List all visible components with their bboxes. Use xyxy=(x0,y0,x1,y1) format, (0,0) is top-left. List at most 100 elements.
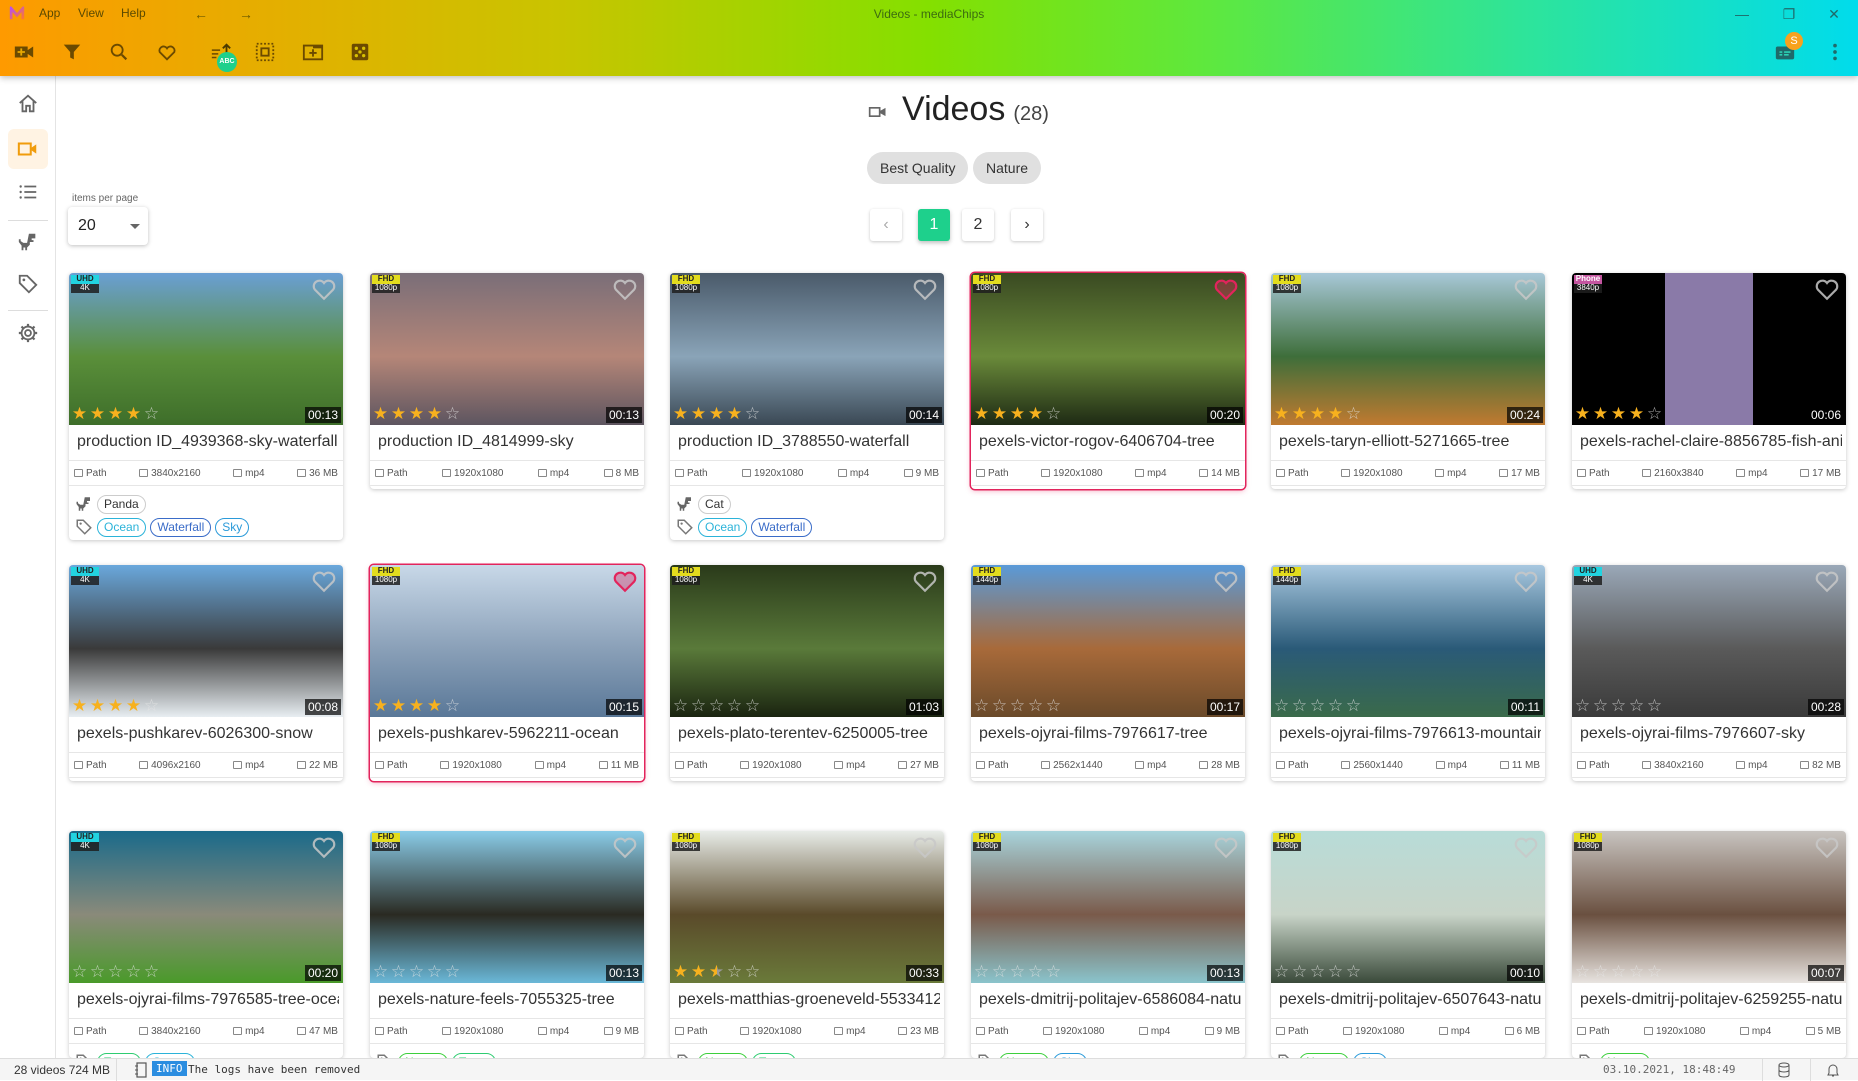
video-thumbnail[interactable]: UHD 4K ★ ★ ★ ★ ☆ 00:08 xyxy=(69,565,343,717)
star-filled-icon[interactable]: ★ xyxy=(1027,404,1045,424)
star-empty-icon[interactable]: ☆ xyxy=(744,696,762,716)
star-empty-icon[interactable]: ☆ xyxy=(1009,962,1027,982)
star-rating[interactable]: ★ ★ ★ ★ ☆ xyxy=(372,696,462,716)
star-filled-icon[interactable]: ★ xyxy=(1291,404,1309,424)
page-prev-button[interactable]: ‹ xyxy=(870,209,902,241)
video-thumbnail[interactable]: UHD 4K ☆ ☆ ☆ ☆ ☆ 00:28 xyxy=(1572,565,1846,717)
star-filled-icon[interactable]: ★ xyxy=(708,404,726,424)
folder-info[interactable]: Path xyxy=(675,468,708,479)
more-options-button[interactable] xyxy=(1821,40,1849,64)
star-empty-icon[interactable]: ☆ xyxy=(1628,696,1646,716)
star-empty-icon[interactable]: ☆ xyxy=(726,962,744,982)
star-empty-icon[interactable]: ☆ xyxy=(744,962,762,982)
video-thumbnail[interactable]: FHD 1080p ★ ★ ★ ☆ ☆ 00:33 xyxy=(670,831,944,983)
video-card[interactable]: FHD 1440p ☆ ☆ ☆ ☆ ☆ 00:17 pexels-ojyrai-films-79… xyxy=(971,565,1245,781)
heart-filled-icon[interactable] xyxy=(1213,277,1239,301)
heart-icon[interactable] xyxy=(1814,569,1840,593)
video-card[interactable]: UHD 4K ★ ★ ★ ★ ☆ 00:13 production ID_4939368-sky… xyxy=(69,273,343,540)
star-empty-icon[interactable]: ☆ xyxy=(1345,404,1363,424)
video-name[interactable]: pexels-ojyrai-films-7976613-mountain-oce… xyxy=(1279,725,1541,743)
star-rating[interactable]: ☆ ☆ ☆ ☆ ☆ xyxy=(1574,962,1664,982)
star-empty-icon[interactable]: ☆ xyxy=(444,696,462,716)
star-filled-icon[interactable]: ★ xyxy=(690,404,708,424)
folder-info[interactable]: Path xyxy=(675,760,708,771)
folder-info[interactable]: Path xyxy=(375,760,408,771)
tag-chip[interactable]: Ocean xyxy=(698,517,748,537)
search-button[interactable] xyxy=(105,40,133,64)
star-filled-icon[interactable]: ★ xyxy=(71,696,89,716)
video-name[interactable]: pexels-taryn-elliott-5271665-tree xyxy=(1279,433,1541,451)
star-rating[interactable]: ☆ ☆ ☆ ☆ ☆ xyxy=(372,962,462,982)
star-rating[interactable]: ☆ ☆ ☆ ☆ ☆ xyxy=(1574,696,1664,716)
video-thumbnail[interactable]: FHD 1080p ☆ ☆ ☆ ☆ ☆ 01:03 xyxy=(670,565,944,717)
bell-icon[interactable] xyxy=(1826,1062,1840,1078)
star-empty-icon[interactable]: ☆ xyxy=(1327,696,1345,716)
star-filled-icon[interactable]: ★ xyxy=(991,404,1009,424)
video-card[interactable]: FHD 1080p ★ ★ ★ ★ ☆ 00:20 pexels-victor-rogov-64… xyxy=(971,273,1245,489)
star-filled-icon[interactable]: ★ xyxy=(125,696,143,716)
video-name[interactable]: pexels-rachel-claire-8856785-fish-animal xyxy=(1580,433,1842,451)
close-button[interactable]: ✕ xyxy=(1819,4,1849,24)
star-empty-icon[interactable]: ☆ xyxy=(991,696,1009,716)
heart-icon[interactable] xyxy=(1513,277,1539,301)
heart-icon[interactable] xyxy=(612,277,638,301)
folder-info[interactable]: Path xyxy=(1276,760,1309,771)
star-empty-icon[interactable]: ☆ xyxy=(107,962,125,982)
star-empty-icon[interactable]: ☆ xyxy=(426,962,444,982)
folder-info[interactable]: Path xyxy=(976,760,1009,771)
video-card[interactable]: FHD 1080p ★ ★ ★ ★ ☆ 00:14 production ID_3788550-… xyxy=(670,273,944,540)
video-name[interactable]: pexels-dmitrij-politajev-6259255-nature xyxy=(1580,991,1842,1009)
video-thumbnail[interactable]: FHD 1080p ☆ ☆ ☆ ☆ ☆ 00:07 xyxy=(1572,831,1846,983)
add-video-button[interactable] xyxy=(10,40,38,64)
star-empty-icon[interactable]: ☆ xyxy=(444,962,462,982)
star-empty-icon[interactable]: ☆ xyxy=(143,962,161,982)
star-empty-icon[interactable]: ☆ xyxy=(372,962,390,982)
star-filled-icon[interactable]: ★ xyxy=(408,404,426,424)
filter-chip-nature[interactable]: Nature xyxy=(973,152,1042,184)
sidebar-item-performers[interactable] xyxy=(8,222,48,262)
star-empty-icon[interactable]: ☆ xyxy=(1045,962,1063,982)
star-filled-icon[interactable]: ★ xyxy=(973,404,991,424)
star-empty-icon[interactable]: ☆ xyxy=(89,962,107,982)
star-empty-icon[interactable]: ☆ xyxy=(973,696,991,716)
video-name[interactable]: production ID_3788550-waterfall xyxy=(678,433,940,451)
heart-icon[interactable] xyxy=(1814,277,1840,301)
video-thumbnail[interactable]: FHD 1080p ★ ★ ★ ★ ☆ 00:15 xyxy=(370,565,644,717)
tasks-button[interactable]: S xyxy=(1771,32,1803,64)
star-filled-icon[interactable]: ★ xyxy=(426,696,444,716)
video-thumbnail[interactable]: FHD 1080p ☆ ☆ ☆ ☆ ☆ 00:13 xyxy=(370,831,644,983)
tag-chip[interactable]: Waterfall xyxy=(751,517,813,537)
video-thumbnail[interactable]: FHD 1080p ★ ★ ★ ★ ☆ 00:14 xyxy=(670,273,944,425)
star-empty-icon[interactable]: ☆ xyxy=(1574,696,1592,716)
filter-chip-best-quality[interactable]: Best Quality xyxy=(867,152,969,184)
star-filled-icon[interactable]: ★ xyxy=(1273,404,1291,424)
video-name[interactable]: pexels-pushkarev-6026300-snow xyxy=(77,725,339,743)
star-filled-icon[interactable]: ★ xyxy=(1327,404,1345,424)
video-card[interactable]: FHD 1080p ☆ ☆ ☆ ☆ ☆ 00:13 pexels-dmitrij-politaj… xyxy=(971,831,1245,1058)
star-empty-icon[interactable]: ☆ xyxy=(1592,696,1610,716)
star-empty-icon[interactable]: ☆ xyxy=(1610,962,1628,982)
folder-info[interactable]: Path xyxy=(1577,760,1610,771)
star-empty-icon[interactable]: ☆ xyxy=(71,962,89,982)
star-filled-icon[interactable]: ★ xyxy=(1628,404,1646,424)
star-rating[interactable]: ☆ ☆ ☆ ☆ ☆ xyxy=(973,696,1063,716)
video-name[interactable]: pexels-matthias-groeneveld-5533412000-na… xyxy=(678,991,940,1009)
star-filled-icon[interactable]: ★ xyxy=(1009,404,1027,424)
select-button[interactable] xyxy=(251,40,279,64)
heart-icon[interactable] xyxy=(1513,835,1539,859)
video-card[interactable]: FHD 1080p ★ ★ ★ ★ ☆ 00:13 production ID_4814999-… xyxy=(370,273,644,489)
star-rating[interactable]: ☆ ☆ ☆ ☆ ☆ xyxy=(672,696,762,716)
folder-info[interactable]: Path xyxy=(976,1026,1009,1037)
star-empty-icon[interactable]: ☆ xyxy=(1309,696,1327,716)
heart-icon[interactable] xyxy=(311,277,337,301)
star-empty-icon[interactable]: ☆ xyxy=(973,962,991,982)
star-empty-icon[interactable]: ☆ xyxy=(1646,962,1664,982)
heart-filled-icon[interactable] xyxy=(612,569,638,593)
star-empty-icon[interactable]: ☆ xyxy=(690,696,708,716)
star-empty-icon[interactable]: ☆ xyxy=(1592,962,1610,982)
star-empty-icon[interactable]: ☆ xyxy=(1646,404,1664,424)
folder-info[interactable]: Path xyxy=(74,1026,107,1037)
star-filled-icon[interactable]: ★ xyxy=(71,404,89,424)
video-card[interactable]: FHD 1440p ☆ ☆ ☆ ☆ ☆ 00:11 pexels-ojyrai-films-79… xyxy=(1271,565,1545,781)
star-filled-icon[interactable]: ★ xyxy=(1592,404,1610,424)
